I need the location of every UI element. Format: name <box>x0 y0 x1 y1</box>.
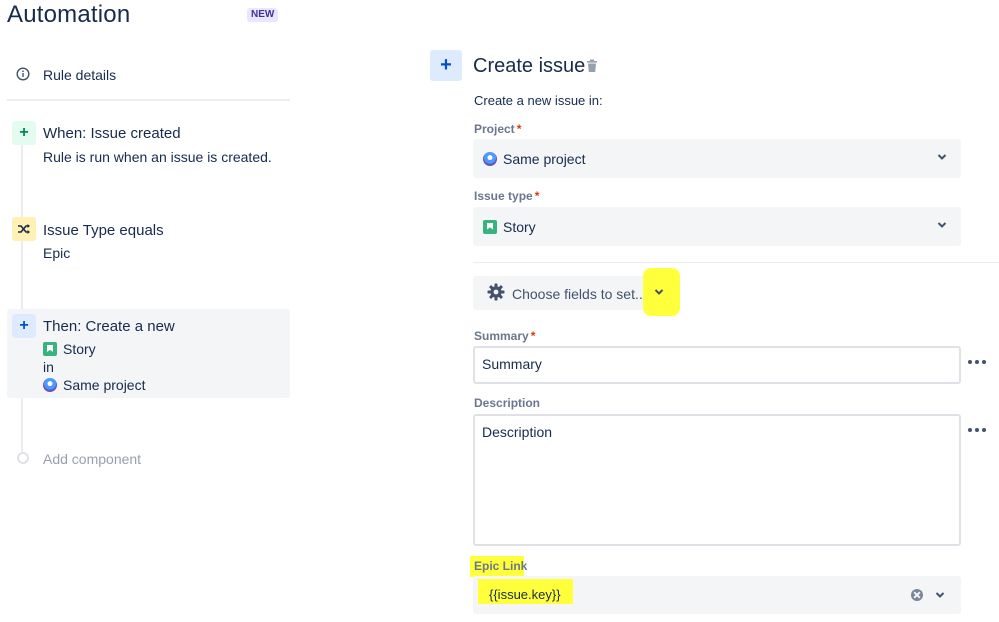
plus-icon: + <box>12 121 36 145</box>
description-textarea[interactable]: Description <box>473 414 961 546</box>
summary-input[interactable]: Summary <box>473 346 961 384</box>
panel-subtitle: Create a new issue in: <box>474 93 603 108</box>
action-issue-type: Story <box>43 341 96 357</box>
epic-link-value: {{issue.key}} <box>489 587 561 602</box>
summary-label-text: Summary <box>474 329 529 343</box>
issue-type-label: Issue type * <box>474 189 539 203</box>
condition-subtitle: Epic <box>43 245 71 261</box>
clear-icon[interactable] <box>911 589 923 601</box>
page-title: Automation <box>7 1 131 28</box>
summary-label: Summary * <box>474 329 535 343</box>
epic-link-label: Epic Link <box>474 559 528 573</box>
required-marker: * <box>534 189 540 203</box>
more-icon[interactable] <box>968 425 990 435</box>
panel-title: Create issue <box>473 55 586 77</box>
choose-fields-label: Choose fields to set... <box>512 286 647 302</box>
add-component-button[interactable]: Add component <box>7 448 290 472</box>
rule-details-link[interactable]: Rule details <box>7 60 290 90</box>
add-component-dot-icon <box>17 452 29 464</box>
gear-icon <box>487 283 505 301</box>
project-icon <box>483 151 497 166</box>
plus-icon: + <box>430 50 462 81</box>
more-icon[interactable] <box>968 357 990 367</box>
required-marker: * <box>530 329 536 343</box>
issue-type-label-text: Issue type <box>474 189 533 203</box>
rule-details-label: Rule details <box>43 67 117 83</box>
chevron-down-icon[interactable] <box>935 591 945 599</box>
action-issue-type-label: Story <box>63 341 96 357</box>
chevron-down-icon[interactable] <box>654 288 664 296</box>
chevron-down-icon <box>937 154 947 160</box>
plus-icon: + <box>12 314 36 338</box>
issue-type-value: Story <box>503 218 536 235</box>
chevron-down-icon <box>937 222 947 228</box>
condition-title: Issue Type equals <box>43 222 164 239</box>
project-label: Project * <box>474 122 521 136</box>
project-label-text: Project <box>474 122 515 136</box>
info-icon <box>16 67 30 81</box>
choose-fields-button[interactable]: Choose fields to set... <box>473 268 680 316</box>
story-icon <box>43 342 57 356</box>
panel-divider <box>473 262 999 263</box>
project-icon <box>43 378 57 392</box>
condition-step[interactable]: Issue Type equals Epic <box>7 213 290 269</box>
action-in-label: in <box>43 359 54 375</box>
project-value: Same project <box>503 150 586 167</box>
add-component-label: Add component <box>43 451 142 467</box>
story-icon <box>483 219 497 234</box>
sidebar-divider <box>7 99 290 101</box>
issue-type-select[interactable]: Story <box>473 207 961 246</box>
trigger-title: When: Issue created <box>43 125 181 142</box>
trigger-step[interactable]: + When: Issue created Rule is run when a… <box>7 117 290 173</box>
required-marker: * <box>516 122 522 136</box>
trash-icon[interactable] <box>586 59 598 73</box>
shuffle-icon <box>12 217 36 241</box>
new-badge: NEW <box>247 8 279 22</box>
action-project: Same project <box>43 377 145 393</box>
trigger-subtitle: Rule is run when an issue is created. <box>43 149 272 165</box>
timeline-line <box>21 143 23 452</box>
action-title: Then: Create a new <box>43 318 175 335</box>
action-step[interactable]: + Then: Create a new Story in Same proje… <box>7 309 290 398</box>
project-select[interactable]: Same project <box>473 139 961 178</box>
action-project-label: Same project <box>63 377 146 393</box>
description-label: Description <box>474 396 541 410</box>
